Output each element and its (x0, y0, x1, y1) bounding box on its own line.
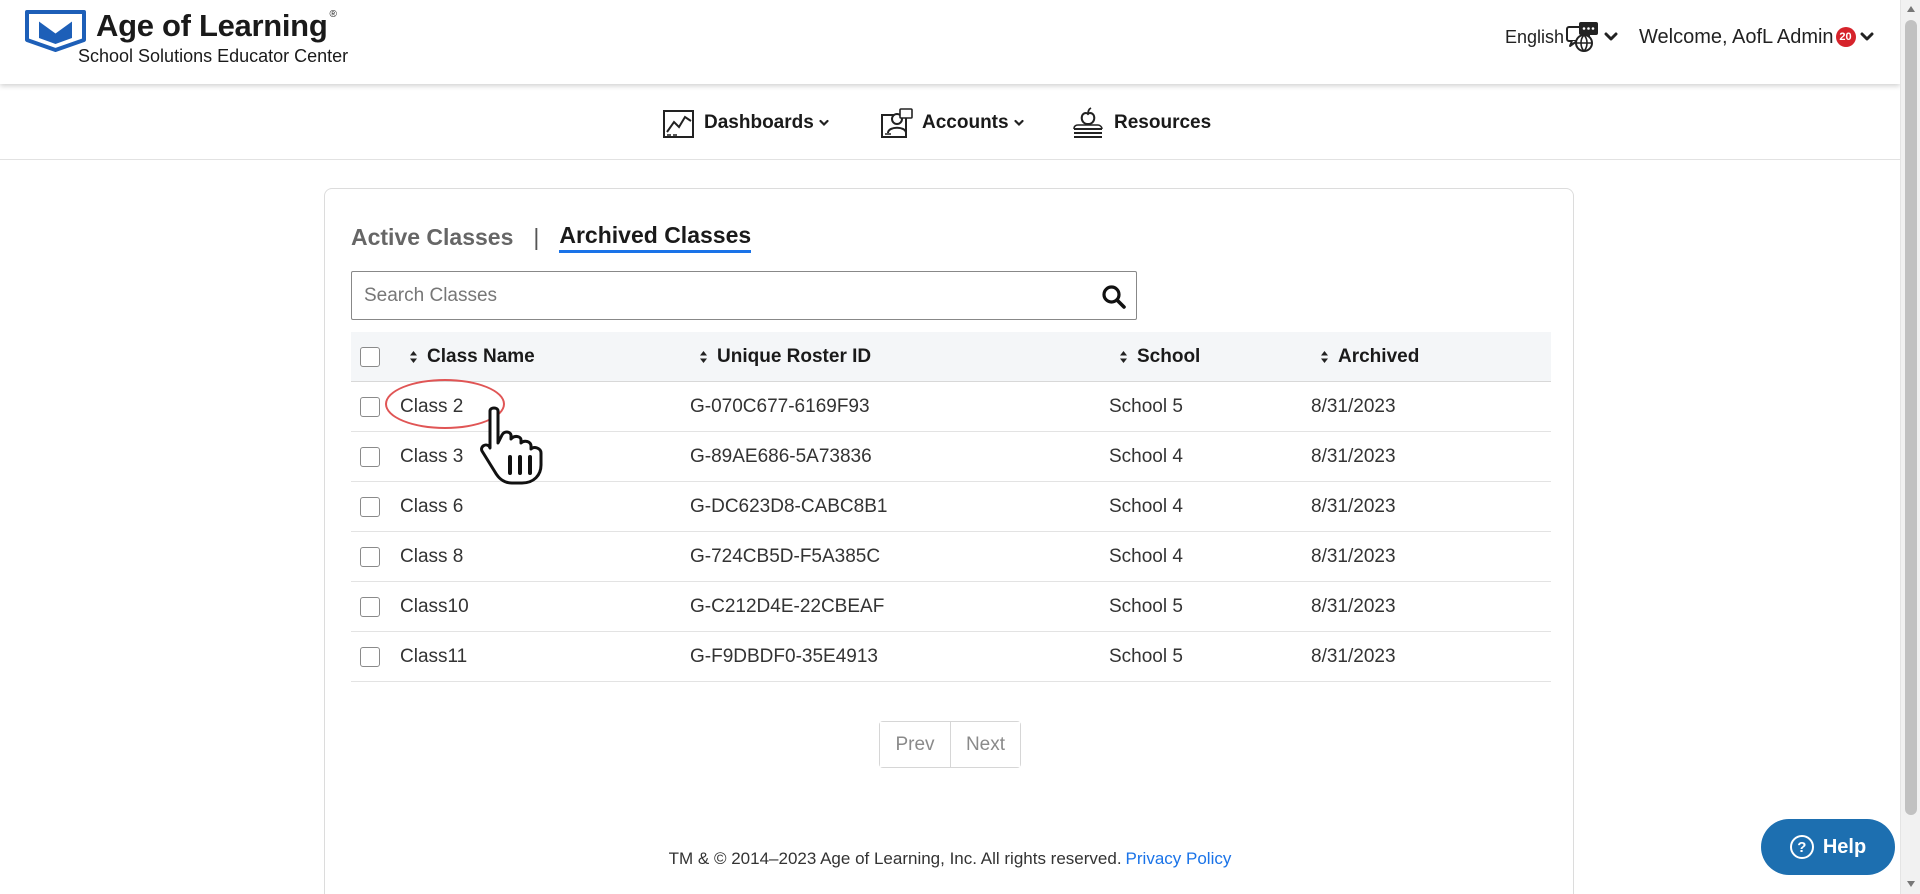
notification-badge: 20 (1835, 27, 1856, 47)
help-button[interactable]: ? Help (1761, 819, 1895, 875)
help-question-icon: ? (1789, 835, 1814, 859)
hand-pointer-icon (480, 406, 543, 485)
sort-icon (1120, 351, 1127, 363)
prev-button[interactable]: Prev (880, 722, 950, 767)
footer: TM & © 2014–2023 Age of Learning, Inc. A… (325, 849, 1575, 869)
tab-active-classes[interactable]: Active Classes (351, 224, 513, 251)
roster-id-cell: G-DC623D8-CABC8B1 (690, 496, 888, 517)
welcome-label: Welcome, AofL Admin (1639, 25, 1834, 48)
column-header-school: School (1137, 346, 1201, 367)
chevron-down-icon (1013, 119, 1024, 127)
sort-icon (1321, 351, 1328, 363)
select-all-checkbox[interactable] (360, 347, 380, 367)
classes-card: Active Classes | Archived Classes Class … (324, 188, 1574, 894)
vertical-scrollbar[interactable] (1900, 0, 1920, 894)
scrollbar-thumb[interactable] (1905, 20, 1917, 815)
language-label: English (1505, 26, 1565, 47)
nav-resources[interactable]: Resources (1072, 106, 1211, 140)
brand-title-text: Age of Learning (96, 8, 328, 43)
user-chevron-down-icon (1860, 32, 1874, 41)
resources-icon (1073, 107, 1103, 138)
row-checkbox[interactable] (360, 397, 380, 417)
column-header-archived: Archived (1338, 346, 1420, 367)
archived-date-cell: 8/31/2023 (1311, 396, 1396, 417)
table-row[interactable]: Class 8 G-724CB5D-F5A385C School 4 8/31/… (351, 532, 1551, 582)
roster-id-cell: G-89AE686-5A73836 (690, 446, 872, 467)
school-cell: School 4 (1109, 496, 1183, 517)
chart-icon (663, 110, 694, 138)
brand-title[interactable]: Age of Learning ® (96, 8, 337, 43)
school-cell: School 4 (1109, 446, 1183, 467)
chevron-down-icon (819, 119, 829, 127)
table-row[interactable]: Class10 G-C212D4E-22CBEAF School 5 8/31/… (351, 582, 1551, 632)
class-name-cell[interactable]: Class 6 (400, 482, 463, 532)
row-checkbox[interactable] (360, 547, 380, 567)
next-button[interactable]: Next (950, 722, 1020, 767)
class-name-cell[interactable]: Class11 (400, 632, 467, 682)
nav-dashboards-label: Dashboards (704, 112, 814, 133)
school-cell: School 4 (1109, 546, 1183, 567)
sort-archived[interactable]: Archived (1320, 332, 1419, 382)
nav-accounts[interactable]: Accounts (880, 106, 1024, 140)
school-cell: School 5 (1109, 396, 1183, 417)
class-name-cell[interactable]: Class10 (400, 582, 469, 632)
brand-reg-mark: ® (329, 9, 337, 20)
row-checkbox[interactable] (360, 497, 380, 517)
search-icon[interactable] (1101, 284, 1126, 309)
search-input[interactable] (352, 272, 1082, 319)
main-nav: Dashboards Accounts Resources (0, 84, 1900, 160)
table-header: Class Name Unique Roster ID School Archi… (351, 332, 1551, 382)
sort-unique-roster-id[interactable]: Unique Roster ID (699, 332, 871, 382)
archived-date-cell: 8/31/2023 (1311, 546, 1396, 567)
aofl-logo-icon[interactable] (25, 10, 86, 52)
roster-id-cell: G-724CB5D-F5A385C (690, 546, 881, 567)
roster-id-cell: G-F9DBDF0-35E4913 (690, 646, 878, 667)
school-cell: School 5 (1109, 596, 1183, 617)
column-header-class-name: Class Name (427, 346, 535, 367)
table-row[interactable]: Class11 G-F9DBDF0-35E4913 School 5 8/31/… (351, 632, 1551, 682)
class-name-cell[interactable]: Class 3 (400, 432, 463, 482)
tab-archived-classes[interactable]: Archived Classes (559, 222, 752, 253)
archived-date-cell: 8/31/2023 (1311, 496, 1396, 517)
archived-date-cell: 8/31/2023 (1311, 596, 1396, 617)
class-tabs: Active Classes | Archived Classes (351, 221, 752, 253)
language-globe-icon (1566, 22, 1599, 53)
privacy-policy-link[interactable]: Privacy Policy (1126, 849, 1232, 868)
copyright-text: TM & © 2014–2023 Age of Learning, Inc. A… (668, 849, 1122, 868)
scroll-up-arrow-icon[interactable] (1906, 5, 1916, 13)
row-checkbox[interactable] (360, 647, 380, 667)
sort-icon (410, 351, 417, 363)
accounts-icon (881, 108, 913, 138)
help-label: Help (1822, 835, 1867, 858)
row-checkbox[interactable] (360, 597, 380, 617)
scroll-down-arrow-icon[interactable] (1906, 880, 1916, 888)
language-selector[interactable]: English (1505, 22, 1618, 53)
class-name-cell[interactable]: Class 2 (400, 382, 463, 432)
sort-icon (700, 351, 707, 363)
table-row[interactable]: Class 6 G-DC623D8-CABC8B1 School 4 8/31/… (351, 482, 1551, 532)
language-chevron-down-icon (1604, 32, 1618, 41)
user-menu[interactable]: Welcome, AofL Admin 20 (1639, 22, 1874, 52)
class-name-cell[interactable]: Class 8 (400, 532, 463, 582)
row-checkbox[interactable] (360, 447, 380, 467)
tab-separator: | (533, 223, 540, 250)
nav-resources-label: Resources (1114, 112, 1212, 133)
pagination: Prev Next (879, 721, 1021, 768)
roster-id-cell: G-C212D4E-22CBEAF (690, 596, 885, 617)
archived-classes-table: Class Name Unique Roster ID School Archi… (351, 332, 1551, 682)
search-box (351, 271, 1137, 320)
nav-accounts-label: Accounts (922, 112, 1009, 133)
roster-id-cell: G-070C677-6169F93 (690, 396, 870, 417)
top-header: Age of Learning ® School Solutions Educat… (0, 0, 1900, 84)
sort-school[interactable]: School (1119, 332, 1200, 382)
column-header-roster-id: Unique Roster ID (717, 346, 872, 367)
brand-subtitle: School Solutions Educator Center (78, 46, 349, 66)
archived-date-cell: 8/31/2023 (1311, 446, 1396, 467)
sort-class-name[interactable]: Class Name (409, 332, 535, 382)
nav-dashboards[interactable]: Dashboards (662, 106, 829, 140)
archived-date-cell: 8/31/2023 (1311, 646, 1396, 667)
school-cell: School 5 (1109, 646, 1183, 667)
